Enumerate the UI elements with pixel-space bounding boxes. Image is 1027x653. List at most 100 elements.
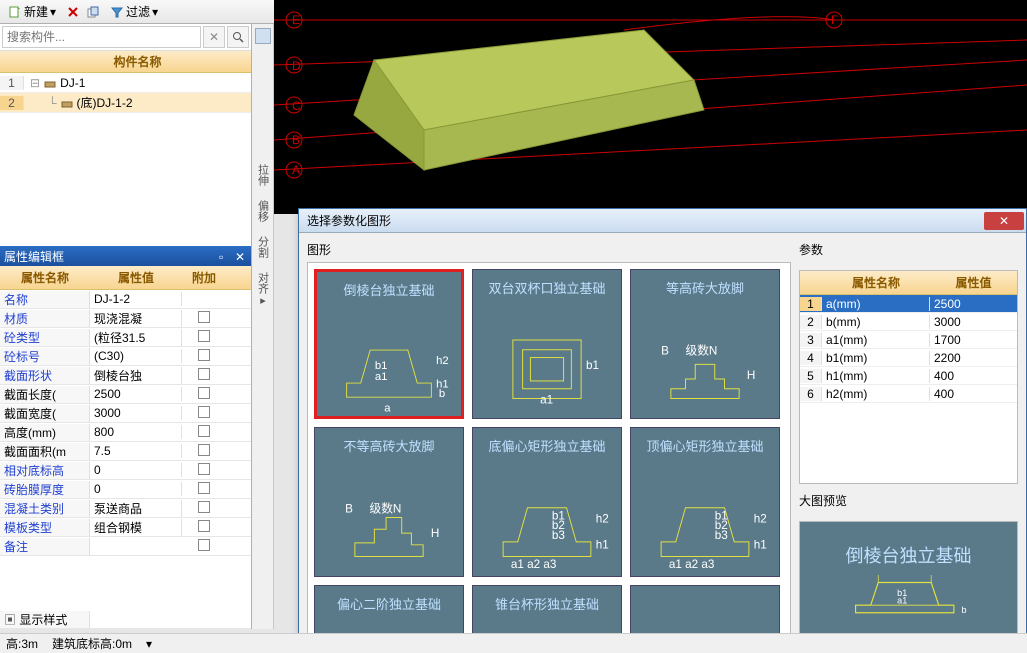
svg-text:a: a — [384, 402, 391, 414]
property-editor-title: 属性编辑框 ▫ ✕ — [0, 246, 251, 266]
checkbox[interactable] — [198, 539, 210, 551]
property-row[interactable]: 砼类型(粒径31.5 — [0, 328, 251, 347]
filter-icon — [110, 5, 124, 19]
svg-text:b1: b1 — [375, 360, 388, 372]
close-icon[interactable]: ✕ — [235, 250, 247, 262]
svg-text:b3: b3 — [715, 529, 728, 542]
property-row[interactable]: 备注 — [0, 537, 251, 556]
svg-text:a1: a1 — [540, 393, 553, 406]
svg-text:级数N: 级数N — [370, 502, 402, 516]
close-button[interactable]: ✕ — [984, 212, 1024, 230]
new-button[interactable]: 新建 ▾ — [4, 2, 60, 21]
display-style-row[interactable]: 显示样式 — [0, 610, 251, 629]
search-button[interactable] — [227, 26, 249, 48]
status-height: 高:3m — [6, 635, 38, 652]
vtool-2[interactable] — [255, 50, 271, 66]
property-row[interactable]: 模板类型组合钢模 — [0, 518, 251, 537]
vtool-3[interactable] — [255, 72, 271, 88]
svg-text:a1 a2 a3: a1 a2 a3 — [669, 558, 715, 571]
dropdown-icon: ▾ — [152, 5, 158, 19]
parametric-shape-dialog: 选择参数化图形 ✕ 图形 倒棱台独立基础b1a1h2h1ab双台双杯口独立基础a… — [298, 208, 1027, 653]
tile-title: 等高砖大放脚 — [666, 278, 744, 297]
params-label: 参数 — [799, 241, 1018, 258]
shape-tile[interactable]: 不等高砖大放脚B级数NH — [314, 427, 464, 577]
status-dropdown-icon[interactable]: ▾ — [146, 637, 152, 651]
svg-text:h1: h1 — [754, 539, 767, 552]
param-row[interactable]: 6h2(mm)400 — [800, 385, 1017, 403]
shape-tile[interactable]: 倒棱台独立基础b1a1h2h1ab — [314, 269, 464, 419]
param-row[interactable]: 4b1(mm)2200 — [800, 349, 1017, 367]
vtool-4[interactable] — [255, 94, 271, 110]
3d-viewport[interactable]: E D C B A F — [274, 0, 1027, 214]
new-label: 新建 — [24, 3, 48, 20]
shape-tile[interactable]: 双台双杯口独立基础a1b1 — [472, 269, 622, 419]
shape-tile[interactable]: 等高砖大放脚B级数NH — [630, 269, 780, 419]
vtool-7[interactable] — [255, 317, 271, 333]
status-base-elev: 建筑底标高:0m — [52, 635, 132, 652]
vtool-6[interactable] — [255, 138, 271, 154]
tree-row[interactable]: 2 └ (底)DJ-1-2 — [0, 93, 251, 113]
property-row[interactable]: 截面宽度(3000 — [0, 404, 251, 423]
property-row[interactable]: 相对底标高0 — [0, 461, 251, 480]
svg-text:h1: h1 — [596, 539, 609, 552]
property-row[interactable]: 名称DJ-1-2 — [0, 290, 251, 309]
checkbox[interactable] — [198, 444, 210, 456]
tile-title: 倒棱台独立基础 — [343, 280, 434, 299]
property-body: 名称DJ-1-2材质现浇混凝砼类型(粒径31.5砼标号(C30)截面形状倒棱台独… — [0, 290, 251, 610]
search-input[interactable] — [2, 26, 201, 48]
property-row[interactable]: 截面面积(m7.5 — [0, 442, 251, 461]
delete-icon[interactable] — [66, 5, 80, 19]
checkbox[interactable] — [198, 349, 210, 361]
vtool-1[interactable] — [255, 28, 271, 44]
svg-text:B: B — [345, 503, 353, 516]
param-row[interactable]: 1a(mm)2500 — [800, 295, 1017, 313]
search-row: ✕ — [0, 24, 251, 51]
property-row[interactable]: 高度(mm)800 — [0, 423, 251, 442]
shape-tile[interactable]: 底偏心矩形独立基础b1b2b3h2h1a1 a2 a3 — [472, 427, 622, 577]
param-row[interactable]: 5h1(mm)400 — [800, 367, 1017, 385]
checkbox[interactable] — [198, 368, 210, 380]
vgroup-stretch[interactable]: 拉伸 — [255, 160, 271, 190]
checkbox[interactable] — [198, 501, 210, 513]
search-clear-button[interactable]: ✕ — [203, 26, 225, 48]
shape-gallery[interactable]: 倒棱台独立基础b1a1h2h1ab双台双杯口独立基础a1b1等高砖大放脚B级数N… — [307, 262, 791, 644]
svg-text:a1: a1 — [375, 371, 388, 383]
dialog-titlebar[interactable]: 选择参数化图形 ✕ — [299, 209, 1026, 233]
svg-text:h2: h2 — [754, 512, 767, 525]
new-icon — [8, 5, 22, 19]
property-row[interactable]: 混凝土类别泵送商品 — [0, 499, 251, 518]
copy-icon[interactable] — [86, 5, 100, 19]
foundation-icon — [61, 98, 73, 108]
tree-collapse-icon[interactable]: ⊟ — [30, 76, 40, 90]
svg-text:a1 a2 a3: a1 a2 a3 — [511, 558, 557, 571]
vgroup-align[interactable]: 对齐▸ — [255, 268, 271, 311]
pin-icon[interactable]: ▫ — [219, 250, 231, 262]
search-icon — [232, 31, 244, 43]
x-icon: ✕ — [209, 30, 219, 44]
param-row[interactable]: 3a1(mm)1700 — [800, 331, 1017, 349]
property-row[interactable]: 材质现浇混凝 — [0, 309, 251, 328]
filter-button[interactable]: 过滤 ▾ — [106, 2, 162, 21]
param-row[interactable]: 2b(mm)3000 — [800, 313, 1017, 331]
property-row[interactable]: 砖胎膜厚度0 — [0, 480, 251, 499]
property-row[interactable]: 截面形状倒棱台独 — [0, 366, 251, 385]
checkbox[interactable] — [198, 330, 210, 342]
shapes-label: 图形 — [307, 241, 791, 258]
checkbox[interactable] — [198, 311, 210, 323]
svg-text:B: B — [292, 133, 300, 147]
checkbox[interactable] — [198, 482, 210, 494]
vgroup-split[interactable]: 分割 — [255, 232, 271, 262]
checkbox[interactable] — [198, 463, 210, 475]
vtool-5[interactable] — [255, 116, 271, 132]
checkbox[interactable] — [198, 387, 210, 399]
property-row[interactable]: 截面长度(2500 — [0, 385, 251, 404]
vgroup-offset[interactable]: 偏移 — [255, 196, 271, 226]
preview-label: 大图预览 — [799, 492, 1018, 509]
property-row[interactable]: 砼标号(C30) — [0, 347, 251, 366]
property-header: 属性名称 属性值 附加 — [0, 266, 251, 290]
shape-tile[interactable]: 顶偏心矩形独立基础b1b2b3h2h1a1 a2 a3 — [630, 427, 780, 577]
checkbox[interactable] — [198, 425, 210, 437]
checkbox[interactable] — [198, 406, 210, 418]
checkbox[interactable] — [198, 520, 210, 532]
tree-row[interactable]: 1 ⊟ DJ-1 — [0, 73, 251, 93]
